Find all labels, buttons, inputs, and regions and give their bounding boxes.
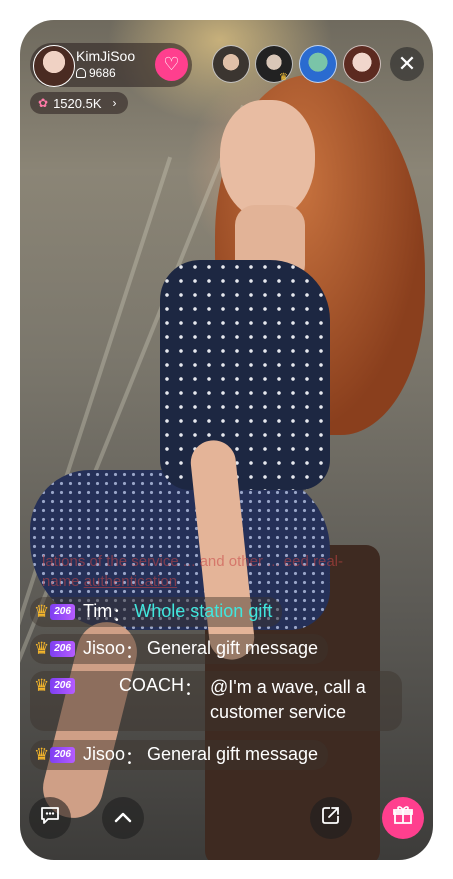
video-subject-face [220,100,315,220]
gift-button[interactable] [382,797,424,839]
chat-username[interactable]: COACH [119,675,184,696]
level-badge: 206 [50,678,75,694]
crown-icon: ♛ [34,602,50,621]
level-badge: 206 [50,604,75,620]
crown-badge-icon: ♛ [279,72,288,83]
level-badge: 206 [50,641,75,657]
host-avatar[interactable] [33,45,75,87]
flower-icon: ✿ [38,96,49,110]
viewer-avatar[interactable] [299,45,337,83]
chat-text: @I'm a wave, call a customer service [210,677,366,722]
chat-separator: ： [124,748,143,768]
crown-icon: ♛ [34,639,50,658]
crown-icon: ♛ [34,676,50,695]
authentication-link[interactable]: authentication [84,573,177,590]
host-fans-value: 9686 [89,66,116,80]
comment-button[interactable] [29,797,71,839]
viewer-avatar[interactable] [212,45,250,83]
gift-icon [392,804,414,832]
chat-username[interactable]: Jisoo [83,744,125,765]
video-subject-dress [160,260,330,490]
level-badge: 206 [50,747,75,763]
host-name: KimJiSoo [76,48,136,64]
follow-button[interactable]: ♡ [155,48,188,81]
chat-message: ♛ 206 Jisoo ： General gift message [30,634,329,664]
chat-bubble-icon [39,805,61,831]
chat-separator: ： [183,679,202,699]
live-stream-view [20,20,433,860]
chat-message: ♛ 206 Jisoo ： General gift message [30,740,329,770]
chat-text: General gift message [146,744,319,764]
crown-icon: ♛ [34,745,50,764]
host-fans-count: 9686 [76,66,116,80]
share-button[interactable] [310,797,352,839]
chat-message: ♛ 206 Tim ： Whole station gift [30,597,283,627]
score-value: 1520.5K [53,95,102,111]
chat-text: General gift message [146,638,319,658]
score-pill[interactable]: ✿ 1520.5K › [30,92,128,114]
chevron-up-icon [113,807,133,830]
viewer-avatar[interactable] [343,45,381,83]
chat-username[interactable]: Jisoo [83,638,125,659]
chat-text: Whole station gift [134,601,273,621]
chat-username[interactable]: Tim [83,601,112,622]
user-icon [76,68,86,78]
share-icon [321,805,341,831]
more-button[interactable] [102,797,144,839]
chevron-right-icon: › [112,96,117,110]
close-button[interactable]: ✕ [390,47,424,81]
chat-message: ♛ 206 COACH ： @I'm a wave, call a custom… [30,671,402,731]
chat-separator: ： [124,642,143,662]
heart-icon: ♡ [163,54,180,74]
close-icon: ✕ [397,51,417,76]
system-notice: lations of the service ... and other ...… [42,552,372,592]
chat-separator: ： [112,605,131,625]
